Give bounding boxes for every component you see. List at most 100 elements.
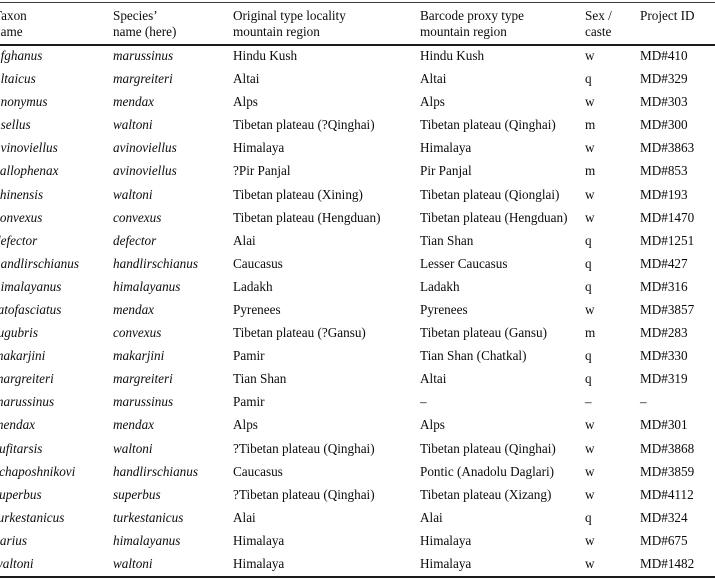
- cell-species-name: makarjini: [113, 348, 165, 364]
- cell-taxon-name: afghanus: [0, 47, 43, 63]
- table-row: rufitarsis waltoni ?Tibetan plateau (Qingh…: [0, 437, 715, 460]
- cell-barcode-proxy-type: Lesser Caucasus: [420, 255, 508, 271]
- table-row: waltoni waltoni Himalaya Himalaya w MD#1482: [0, 552, 715, 575]
- cell-species-name: mendax: [113, 301, 155, 317]
- cell-sex-caste: q: [585, 278, 592, 294]
- cell-project-id: MD#853: [640, 163, 688, 179]
- cell-original-type-locality: Pyrenees: [233, 301, 281, 317]
- table-bottom-rule: [0, 576, 715, 578]
- header-row: Taxon name Species’ name (here) Original…: [0, 0, 715, 44]
- table-row: makarjini makarjini Pamir Tian Shan (Chatka…: [0, 344, 715, 367]
- cell-sex-caste: w: [585, 186, 595, 202]
- table-row: latofasciatus mendax Pyrenees Pyrenees w MD#3…: [0, 298, 715, 321]
- table-row: margreiteri margreiteri Tian Shan Altai q MD#…: [0, 367, 715, 390]
- table-header: Taxon name Species’ name (here) Original…: [0, 0, 715, 44]
- cell-project-id: MD#319: [640, 371, 688, 387]
- cell-species-name: avinoviellus: [113, 140, 177, 156]
- cell-taxon-name: rufitarsis: [0, 440, 43, 456]
- cell-barcode-proxy-type: Pir Panjal: [420, 163, 472, 179]
- column-header-species-name-line2: name (here): [113, 24, 177, 40]
- cell-project-id: MD#3859: [640, 463, 695, 479]
- cell-species-name: waltoni: [113, 186, 153, 202]
- cell-sex-caste: w: [585, 463, 595, 479]
- cell-sex-caste: m: [585, 163, 596, 179]
- cell-original-type-locality: Himalaya: [233, 140, 285, 156]
- column-header-sex-caste-line1: Sex /: [585, 8, 612, 23]
- cell-original-type-locality: Ladakh: [233, 278, 273, 294]
- cell-species-name: handlirschianus: [113, 255, 198, 271]
- column-header-taxon-name: Taxon name: [0, 0, 107, 44]
- cell-project-id: MD#329: [640, 71, 688, 87]
- cell-taxon-name: asellus: [0, 117, 31, 133]
- cell-taxon-name: himalayanus: [0, 278, 62, 294]
- cell-barcode-proxy-type: Alai: [420, 509, 443, 525]
- column-header-project-id: Project ID: [640, 0, 715, 44]
- cell-species-name: mendax: [113, 417, 155, 433]
- table-row: schaposhnikovi handlirschianus Caucasus Pon…: [0, 460, 715, 483]
- cell-barcode-proxy-type: Tibetan plateau (Qinghai): [420, 440, 556, 456]
- cell-barcode-proxy-type: Alps: [420, 94, 445, 110]
- cell-original-type-locality: Tibetan plateau (?Qinghai): [233, 117, 375, 133]
- table-row: convexus convexus Tibetan plateau (Hengdua…: [0, 206, 715, 229]
- cell-sex-caste: q: [585, 348, 592, 364]
- cell-project-id: MD#1482: [640, 556, 695, 571]
- cell-species-name: himalayanus: [113, 278, 181, 294]
- cell-barcode-proxy-type: Alps: [420, 417, 445, 433]
- table-row: marussinus marussinus Pamir – – –: [0, 390, 715, 413]
- cell-sex-caste: w: [585, 440, 595, 456]
- cell-sex-caste: q: [585, 509, 592, 525]
- cell-project-id: MD#3857: [640, 301, 695, 317]
- cell-sex-caste: w: [585, 486, 595, 502]
- table-row: mendax mendax Alps Alps w MD#301: [0, 414, 715, 437]
- cell-barcode-proxy-type: Pontic (Anadolu Daglari): [420, 463, 555, 479]
- table-row: lugubris convexus Tibetan plateau (?Gansu)…: [0, 321, 715, 344]
- cell-species-name: marussinus: [113, 47, 174, 63]
- column-header-taxon-name-line1: Taxon: [0, 8, 27, 23]
- cell-barcode-proxy-type: Tian Shan (Chatkal): [420, 348, 527, 364]
- column-header-barcode-proxy-type: Barcode proxy type mountain region: [420, 0, 585, 44]
- cell-taxon-name: latofasciatus: [0, 301, 62, 317]
- cell-original-type-locality: ?Tibetan plateau (Qinghai): [233, 486, 375, 502]
- cell-original-type-locality: Pamir: [233, 394, 265, 410]
- cell-original-type-locality: Altai: [233, 71, 260, 87]
- table-row: handlirschianus handlirschianus Caucasus Le…: [0, 252, 715, 275]
- table-row: turkestanicus turkestanicus Alai Alai q MD#32…: [0, 506, 715, 529]
- table-row: chinensis waltoni Tibetan plateau (Xining)…: [0, 183, 715, 206]
- taxon-table: Taxon name Species’ name (here) Original…: [0, 0, 715, 575]
- cell-sex-caste: m: [585, 117, 596, 133]
- cell-sex-caste: q: [585, 371, 592, 387]
- cell-taxon-name: chinensis: [0, 186, 44, 202]
- table-row: avinoviellus avinoviellus Himalaya Himalaya…: [0, 136, 715, 159]
- cell-project-id: MD#316: [640, 278, 688, 294]
- column-header-barcode-proxy-type-line2: mountain region: [420, 24, 507, 40]
- cell-taxon-name: mendax: [0, 417, 36, 433]
- cell-barcode-proxy-type: Pyrenees: [420, 301, 468, 317]
- cell-barcode-proxy-type: Tibetan plateau (Xizang): [420, 486, 552, 502]
- cell-original-type-locality: Alai: [233, 232, 256, 248]
- cell-project-id: MD#410: [640, 47, 688, 63]
- cell-project-id: MD#1251: [640, 232, 695, 248]
- column-header-sex-caste: Sex / caste: [585, 0, 640, 44]
- column-header-taxon-name-line2: name: [0, 24, 23, 40]
- table-row: altaicus margreiteri Altai Altai q MD#329: [0, 67, 715, 90]
- cell-taxon-name: turkestanicus: [0, 509, 65, 525]
- cell-original-type-locality: Caucasus: [233, 255, 283, 271]
- cell-species-name: margreiteri: [113, 71, 173, 87]
- cell-barcode-proxy-type: Tibetan plateau (Gansu): [420, 325, 547, 341]
- cell-sex-caste: w: [585, 556, 595, 571]
- cell-sex-caste: q: [585, 255, 592, 271]
- cell-species-name: avinoviellus: [113, 163, 177, 179]
- cell-project-id: MD#4112: [640, 486, 694, 502]
- cell-taxon-name: altaicus: [0, 71, 36, 87]
- cell-sex-caste: q: [585, 71, 592, 87]
- cell-project-id: MD#675: [640, 532, 688, 548]
- cell-project-id: –: [640, 394, 647, 410]
- cell-barcode-proxy-type: Ladakh: [420, 278, 460, 294]
- cell-barcode-proxy-type: Himalaya: [420, 532, 472, 548]
- cell-taxon-name: makarjini: [0, 348, 46, 364]
- cell-species-name: himalayanus: [113, 532, 181, 548]
- cell-original-type-locality: Tibetan plateau (?Gansu): [233, 325, 366, 341]
- cell-original-type-locality: Hindu Kush: [233, 47, 298, 63]
- cell-project-id: MD#303: [640, 94, 688, 110]
- cell-sex-caste: w: [585, 532, 595, 548]
